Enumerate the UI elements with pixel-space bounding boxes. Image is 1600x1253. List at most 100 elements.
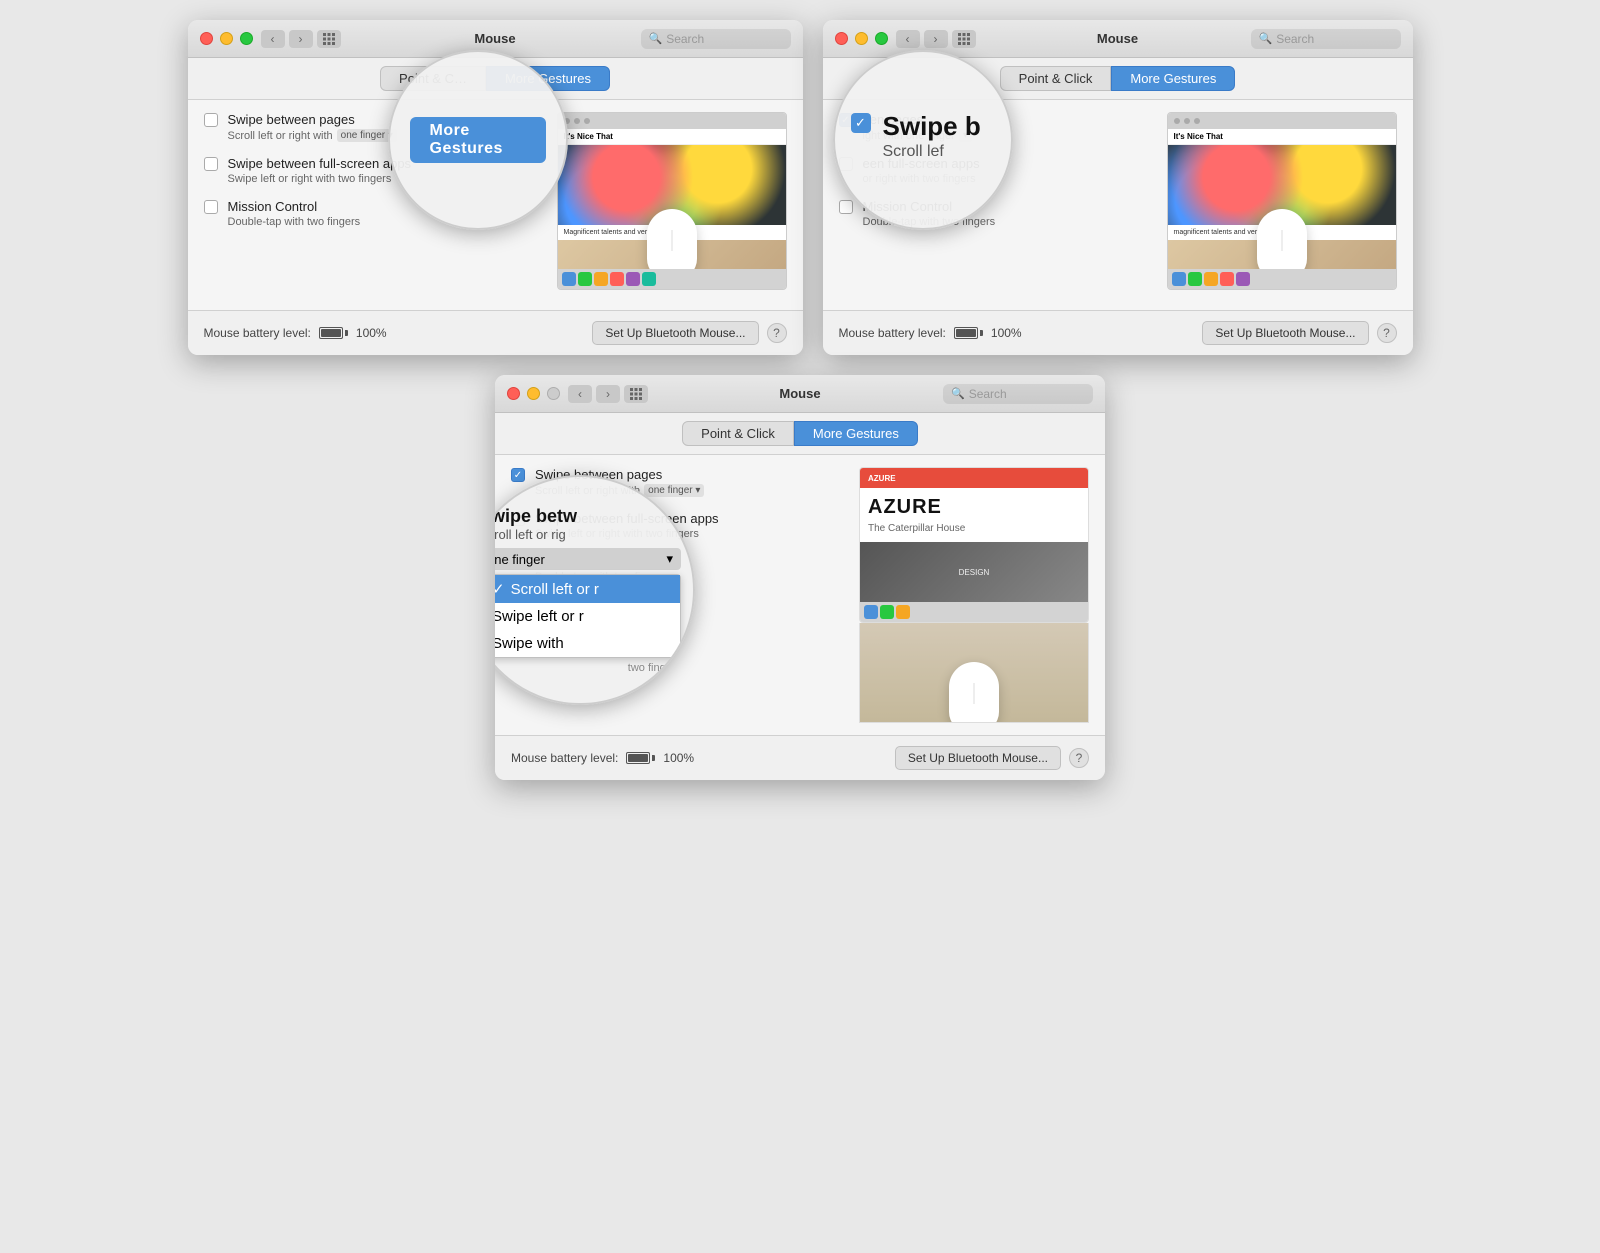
close-button-1[interactable] — [200, 32, 213, 45]
article-thumb-3: AZURE AZURE The Caterpillar House DESIGN — [859, 467, 1089, 623]
article-header-3: AZURE — [860, 468, 1088, 488]
battery-label-2: Mouse battery level: — [839, 326, 946, 340]
dropdown-trigger-3[interactable]: one finger ▾ — [495, 548, 681, 570]
battery-info-3: Mouse battery level: 100% — [511, 751, 694, 765]
ss-dot-2a — [1174, 118, 1180, 124]
search-bar-1[interactable]: 🔍 Search — [641, 29, 791, 49]
window-footer-1: Mouse battery level: 100% Set Up Bluetoo… — [188, 310, 803, 355]
checkbox-swipe-pages-1[interactable] — [204, 113, 218, 127]
design-label-3: DESIGN — [959, 568, 990, 577]
dropdown-option-scroll-one-3[interactable]: ✓ Scroll left or r — [495, 575, 680, 603]
ss-dot-1c — [584, 118, 590, 124]
checkbox-swipe-apps-1[interactable] — [204, 157, 218, 171]
option-swipe-two-label-3: Swipe left or r — [495, 608, 584, 625]
battery-icon-3 — [626, 752, 655, 764]
maximize-button-1[interactable] — [240, 32, 253, 45]
battery-body-3 — [626, 752, 650, 764]
search-bar-3[interactable]: 🔍 Search — [943, 384, 1093, 404]
close-button-3[interactable] — [507, 387, 520, 400]
traffic-lights-3 — [507, 387, 560, 400]
dock-icon-2e — [1236, 272, 1250, 286]
minimize-button-3[interactable] — [527, 387, 540, 400]
mag-content-1: More Gestures — [390, 52, 566, 228]
bluetooth-button-3[interactable]: Set Up Bluetooth Mouse... — [895, 746, 1061, 770]
maximize-button-2[interactable] — [875, 32, 888, 45]
search-label-2: Search — [1276, 32, 1314, 46]
battery-icon-1 — [319, 327, 348, 339]
dock-bar-3 — [860, 602, 1088, 622]
mag-scroll-text-2: Scroll lef — [883, 143, 981, 161]
mouse-line-3 — [974, 683, 975, 704]
tab-point-click-3[interactable]: Point & Click — [682, 421, 794, 446]
mag-scroll-label-3: Scroll left or rig — [495, 527, 681, 542]
inactive-button-3 — [547, 387, 560, 400]
close-button-2[interactable] — [835, 32, 848, 45]
dock-icon-1b — [578, 272, 592, 286]
dropdown-option-swipe-two-3[interactable]: Swipe left or r — [495, 603, 680, 630]
dock-icon-1d — [610, 272, 624, 286]
article-header-label-3: AZURE — [868, 474, 896, 483]
minimize-button-2[interactable] — [855, 32, 868, 45]
screenshot-bar-1 — [558, 113, 786, 129]
dock-icon-1e — [626, 272, 640, 286]
bluetooth-button-2[interactable]: Set Up Bluetooth Mouse... — [1202, 321, 1368, 345]
search-label-3: Search — [969, 387, 1007, 401]
magnifier-1: More Gestures — [388, 50, 568, 230]
tab-more-gestures-2[interactable]: More Gestures — [1111, 66, 1235, 91]
help-button-3[interactable]: ? — [1069, 748, 1089, 768]
battery-info-1: Mouse battery level: 100% — [204, 326, 387, 340]
mouse-body-2 — [1257, 209, 1307, 269]
battery-fill-2 — [956, 329, 976, 337]
battery-body-2 — [954, 327, 978, 339]
help-button-1[interactable]: ? — [767, 323, 787, 343]
checkbox-mission-control-1[interactable] — [204, 200, 218, 214]
checkbox-mission-control-2[interactable] — [839, 200, 853, 214]
tab-point-click-2[interactable]: Point & Click — [1000, 66, 1112, 91]
bluetooth-button-1[interactable]: Set Up Bluetooth Mouse... — [592, 321, 758, 345]
setting-desc-swipe-apps-1: Swipe left or right with two fingers — [228, 173, 412, 185]
mouse-hand-2 — [1257, 209, 1307, 269]
footer-buttons-2: Set Up Bluetooth Mouse... ? — [1202, 321, 1396, 345]
article-subtitle-3: The Caterpillar House — [868, 523, 1080, 534]
back-button-3[interactable]: ‹ — [568, 385, 592, 403]
mouse-body-3 — [949, 662, 999, 723]
window-footer-3: Mouse battery level: 100% Set Up Bluetoo… — [495, 735, 1105, 780]
mouse-line-1 — [671, 230, 672, 251]
grid-button-2[interactable] — [952, 30, 976, 48]
back-button-2[interactable]: ‹ — [896, 30, 920, 48]
tab-more-gestures-3[interactable]: More Gestures — [794, 421, 918, 446]
minimize-button-1[interactable] — [220, 32, 233, 45]
forward-button-1[interactable]: › — [289, 30, 313, 48]
title-bar-3: ‹ › Mouse 🔍 Search — [495, 375, 1105, 413]
window-title-1: Mouse — [474, 31, 515, 46]
setting-text-swipe-pages-1: Swipe between pages Scroll left or right… — [228, 112, 397, 142]
ss-dot-2c — [1194, 118, 1200, 124]
dock-bar-2 — [1168, 269, 1396, 289]
battery-percent-1: 100% — [356, 326, 387, 340]
help-button-2[interactable]: ? — [1377, 323, 1397, 343]
dock-icon-3a — [864, 605, 878, 619]
back-button-1[interactable]: ‹ — [261, 30, 285, 48]
mag-content-2: ✓ Swipe b Scroll lef — [835, 95, 1011, 184]
grid-button-1[interactable] — [317, 30, 341, 48]
grid-button-3[interactable] — [624, 385, 648, 403]
mouse-hand-1 — [647, 209, 697, 269]
dock-icon-2c — [1204, 272, 1218, 286]
dock-icon-3c — [896, 605, 910, 619]
setting-text-mission-control-1: Mission Control Double-tap with two fing… — [228, 199, 361, 228]
dropdown-3[interactable]: one finger ▾ — [644, 484, 704, 497]
forward-button-3[interactable]: › — [596, 385, 620, 403]
panel-1: ‹ › Mouse 🔍 Search Point & C… Mor — [188, 20, 803, 355]
mag-content-3: Swipe betw Scroll left or rig one finger… — [495, 494, 693, 686]
footer-buttons-3: Set Up Bluetooth Mouse... ? — [895, 746, 1089, 770]
dock-icon-2b — [1188, 272, 1202, 286]
mag-two-fingers-label-3: two fingers — [495, 662, 681, 674]
search-bar-2[interactable]: 🔍 Search — [1251, 29, 1401, 49]
screenshot-content-1: It's Nice That Magnificent talents and v… — [558, 129, 786, 269]
preview-area-3: AZURE AZURE The Caterpillar House DESIGN — [859, 467, 1089, 723]
dropdown-option-swipe-with-3[interactable]: Swipe with — [495, 630, 680, 657]
checkbox-swipe-pages-3[interactable]: ✓ — [511, 468, 525, 482]
ss-dot-1b — [574, 118, 580, 124]
forward-button-2[interactable]: › — [924, 30, 948, 48]
dock-icon-2a — [1172, 272, 1186, 286]
